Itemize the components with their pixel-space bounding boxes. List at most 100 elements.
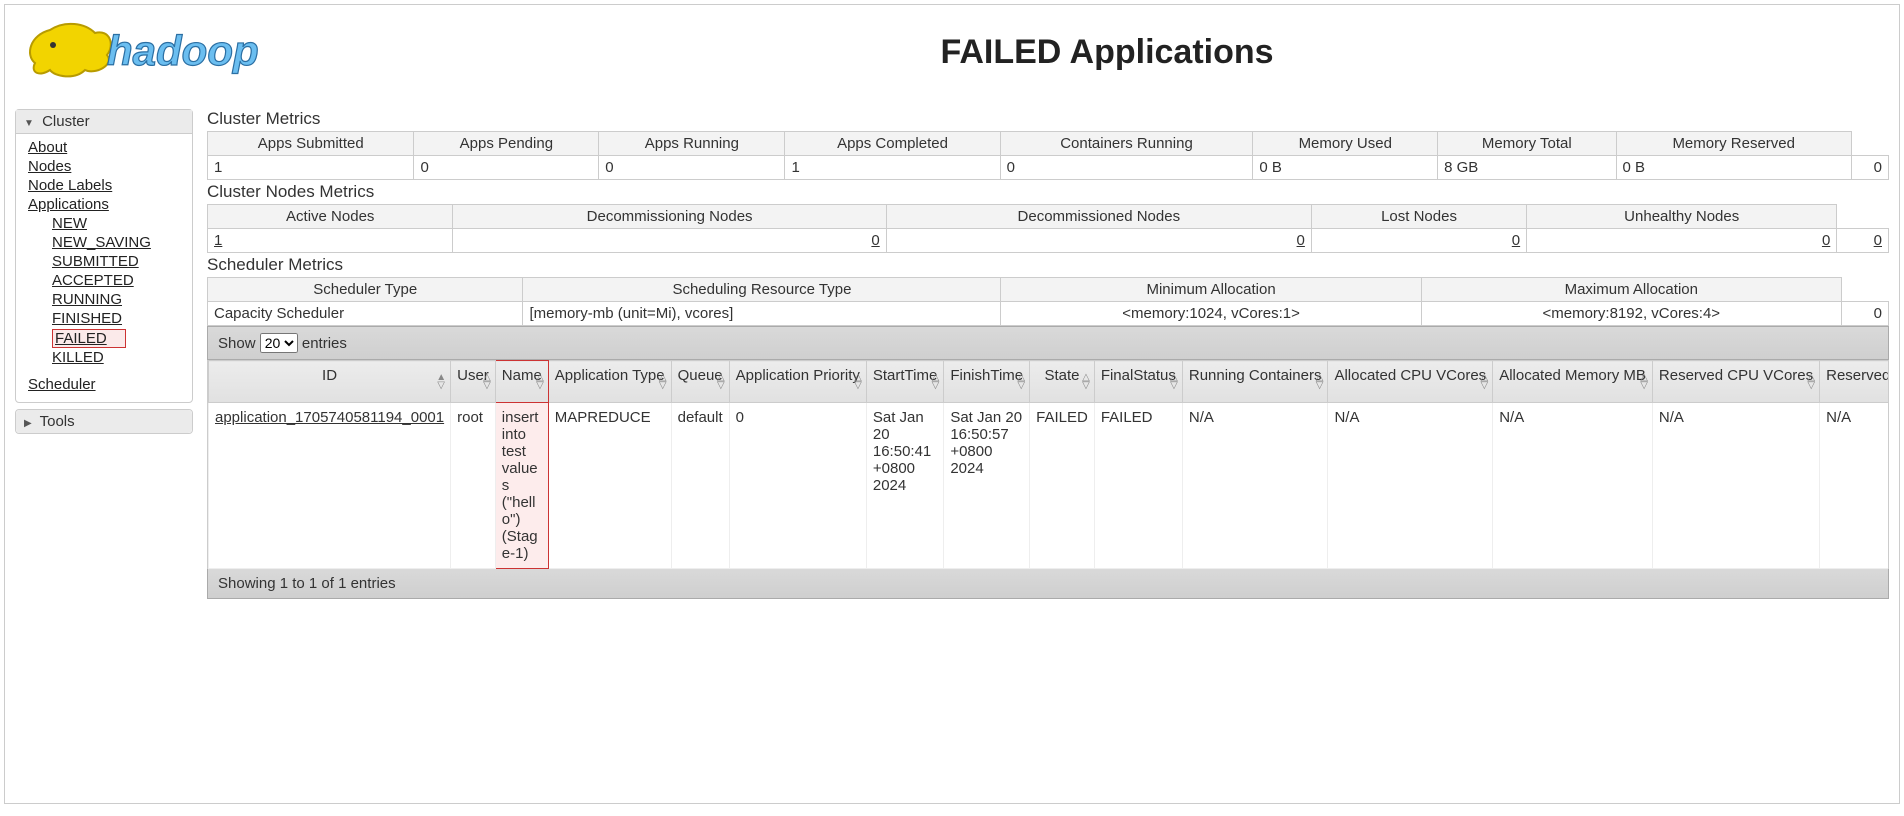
cn-v-1[interactable]: 0 — [453, 229, 886, 253]
cluster-label: Cluster — [42, 113, 90, 130]
cm-v-4: 0 — [1000, 156, 1253, 180]
cm-h-6: Memory Total — [1438, 132, 1616, 156]
col-finish[interactable]: FinishTime△▽ — [944, 361, 1030, 403]
cell-state: FAILED — [1030, 403, 1095, 569]
entries-select[interactable]: 20 — [260, 333, 298, 353]
scheduler-metrics-title: Scheduler Metrics — [207, 255, 1889, 275]
cm-v-6: 8 GB — [1438, 156, 1616, 180]
cm-v-7: 0 B — [1616, 156, 1851, 180]
sm-v-1: [memory-mb (unit=Mi), vcores] — [523, 302, 1001, 326]
tools-label: Tools — [40, 413, 75, 430]
cell-id[interactable]: application_1705740581194_0001 — [209, 403, 451, 569]
cn-h-2: Decommissioned Nodes — [886, 205, 1311, 229]
sidebar-item-finished[interactable]: FINISHED — [52, 309, 182, 328]
sidebar-item-killed[interactable]: KILLED — [52, 348, 182, 367]
cn-v-0[interactable]: 1 — [208, 229, 453, 253]
cm-v-0: 1 — [208, 156, 414, 180]
sm-h-3: Maximum Allocation — [1421, 278, 1841, 302]
sm-v-3: <memory:8192, vCores:4> — [1421, 302, 1841, 326]
cn-h-1: Decommissioning Nodes — [453, 205, 886, 229]
sidebar-item-scheduler[interactable]: Scheduler — [28, 375, 182, 394]
sort-icon: △▽ — [1082, 374, 1090, 390]
cn-h-4: Unhealthy Nodes — [1527, 205, 1837, 229]
col-rcpu[interactable]: Reserved CPU VCores△▽ — [1652, 361, 1819, 403]
cell-queue: default — [671, 403, 729, 569]
caret-right-icon: ▶ — [24, 418, 32, 429]
col-final[interactable]: FinalStatus△▽ — [1094, 361, 1182, 403]
cm-v-1: 0 — [414, 156, 599, 180]
cn-h-3: Lost Nodes — [1311, 205, 1526, 229]
cell-acpu: N/A — [1328, 403, 1493, 569]
tools-panel: ▶ Tools — [15, 409, 193, 434]
cluster-panel: ▼ Cluster About Nodes Node Labels Applic… — [15, 109, 193, 403]
sidebar-item-failed[interactable]: FAILED — [55, 329, 107, 348]
sm-v-4: 0 — [1841, 302, 1888, 326]
cell-start: Sat Jan 20 16:50:41 +0800 2024 — [866, 403, 943, 569]
show-prefix: Show — [218, 335, 260, 352]
sort-icon: △▽ — [717, 374, 725, 390]
cn-v-4[interactable]: 0 — [1527, 229, 1837, 253]
cluster-nodes-title: Cluster Nodes Metrics — [207, 182, 1889, 202]
col-queue[interactable]: Queue△▽ — [671, 361, 729, 403]
cluster-panel-header[interactable]: ▼ Cluster — [16, 110, 192, 134]
cn-v-2[interactable]: 0 — [886, 229, 1311, 253]
cm-h-5: Memory Used — [1253, 132, 1438, 156]
applications-table: ID▲▽ User△▽ Name△▽ Application Type△▽ Qu… — [208, 360, 1889, 569]
table-row: application_1705740581194_0001 root inse… — [209, 403, 1890, 569]
cell-finish: Sat Jan 20 16:50:57 +0800 2024 — [944, 403, 1030, 569]
sort-icon: △▽ — [1480, 374, 1488, 390]
col-state[interactable]: State△▽ — [1030, 361, 1095, 403]
sort-icon: △▽ — [1807, 374, 1815, 390]
sm-v-2: <memory:1024, vCores:1> — [1001, 302, 1421, 326]
col-start[interactable]: StartTime△▽ — [866, 361, 943, 403]
cell-rc: N/A — [1182, 403, 1328, 569]
col-amem[interactable]: Allocated Memory MB△▽ — [1493, 361, 1653, 403]
cell-type: MAPREDUCE — [548, 403, 671, 569]
cluster-metrics-table: Apps Submitted Apps Pending Apps Running… — [207, 131, 1889, 180]
col-name[interactable]: Name△▽ — [495, 361, 548, 403]
cluster-metrics-title: Cluster Metrics — [207, 109, 1889, 129]
caret-down-icon: ▼ — [24, 118, 34, 129]
col-priority[interactable]: Application Priority△▽ — [729, 361, 866, 403]
cell-amem: N/A — [1493, 403, 1653, 569]
sort-icon: △▽ — [932, 374, 940, 390]
cn-v-5[interactable]: 0 — [1837, 229, 1889, 253]
sidebar-item-nodes[interactable]: Nodes — [28, 157, 182, 176]
sort-icon: △▽ — [1640, 374, 1648, 390]
sm-h-0: Scheduler Type — [208, 278, 523, 302]
sidebar-item-running[interactable]: RUNNING — [52, 290, 182, 309]
sidebar-item-new[interactable]: NEW — [52, 214, 182, 233]
cn-v-3[interactable]: 0 — [1311, 229, 1526, 253]
sidebar-item-submitted[interactable]: SUBMITTED — [52, 252, 182, 271]
cm-h-3: Apps Completed — [785, 132, 1000, 156]
sort-icon: △▽ — [659, 374, 667, 390]
cell-final: FAILED — [1094, 403, 1182, 569]
table-status: Showing 1 to 1 of 1 entries — [207, 569, 1889, 599]
tools-panel-header[interactable]: ▶ Tools — [16, 410, 192, 433]
col-rmem[interactable]: Reserved Memory MB△▽ — [1820, 361, 1889, 403]
sort-icon: △▽ — [1170, 374, 1178, 390]
cell-user: root — [451, 403, 496, 569]
hadoop-logo: hadoop — [15, 15, 325, 89]
cell-priority: 0 — [729, 403, 866, 569]
sort-icon: △▽ — [536, 374, 544, 390]
sort-icon: △▽ — [483, 374, 491, 390]
sidebar-item-node-labels[interactable]: Node Labels — [28, 176, 182, 195]
sidebar-item-new-saving[interactable]: NEW_SAVING — [52, 233, 182, 252]
cm-h-4: Containers Running — [1000, 132, 1253, 156]
show-suffix: entries — [302, 335, 347, 352]
col-user[interactable]: User△▽ — [451, 361, 496, 403]
col-rc[interactable]: Running Containers△▽ — [1182, 361, 1328, 403]
sidebar-item-about[interactable]: About — [28, 138, 182, 157]
col-acpu[interactable]: Allocated CPU VCores△▽ — [1328, 361, 1493, 403]
col-type[interactable]: Application Type△▽ — [548, 361, 671, 403]
col-id[interactable]: ID▲▽ — [209, 361, 451, 403]
cell-name: insert into test values ("hello")(Stage-… — [495, 403, 548, 569]
sm-h-2: Minimum Allocation — [1001, 278, 1421, 302]
cm-h-7: Memory Reserved — [1616, 132, 1851, 156]
sm-v-0: Capacity Scheduler — [208, 302, 523, 326]
sm-h-1: Scheduling Resource Type — [523, 278, 1001, 302]
sidebar-item-accepted[interactable]: ACCEPTED — [52, 271, 182, 290]
sidebar-item-applications[interactable]: Applications — [28, 195, 182, 214]
cm-h-1: Apps Pending — [414, 132, 599, 156]
